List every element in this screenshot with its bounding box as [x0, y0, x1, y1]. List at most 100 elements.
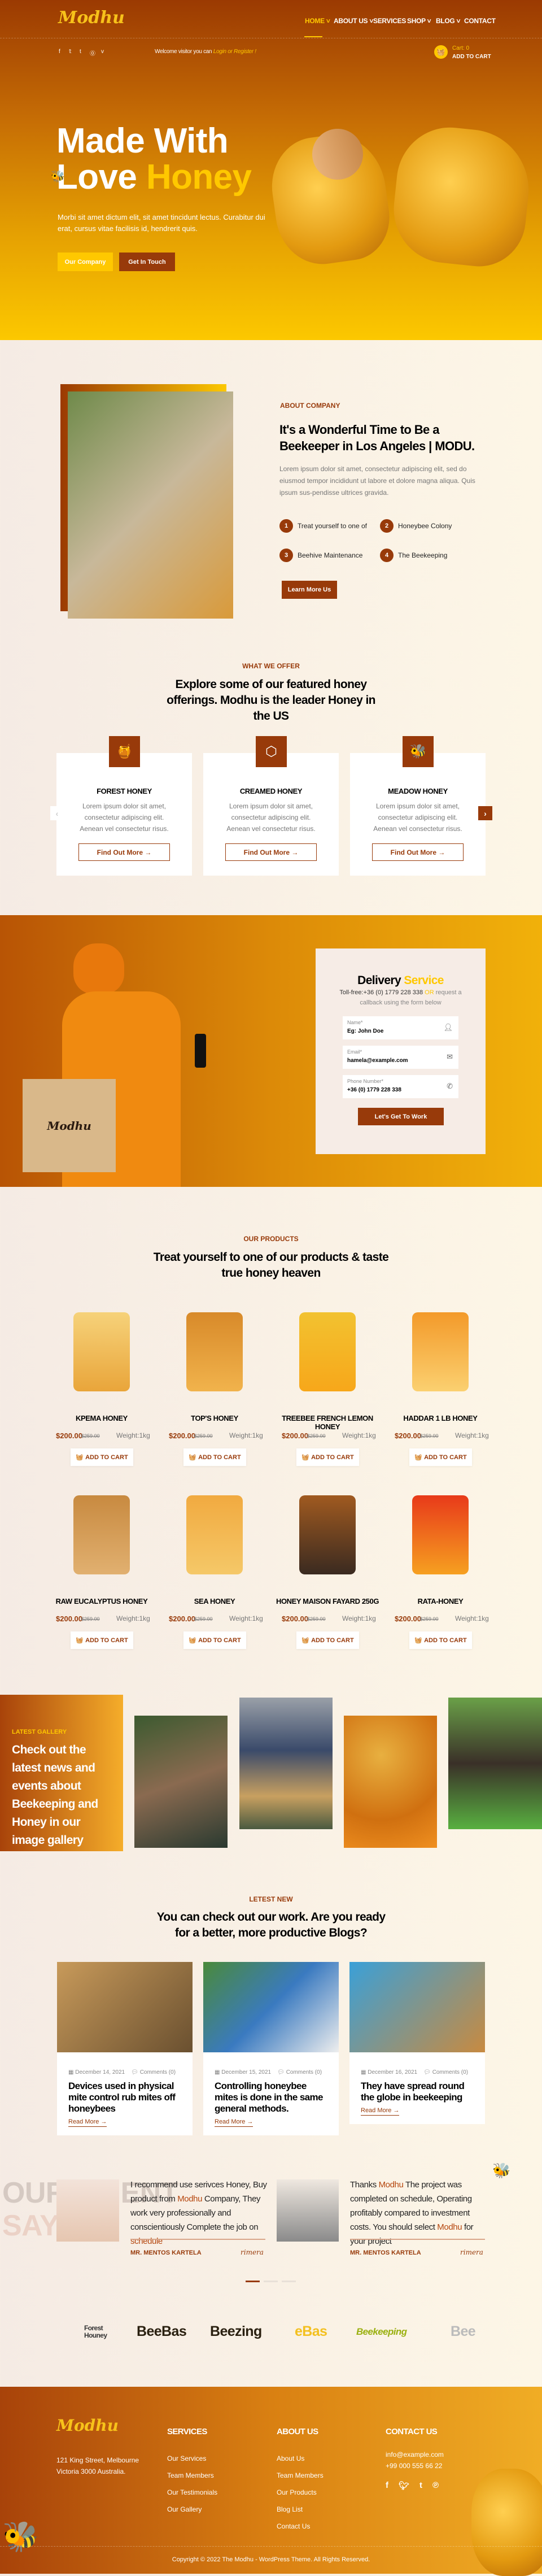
partner-logo[interactable]: eBas — [295, 2323, 327, 2340]
blog-image[interactable] — [57, 1962, 193, 2052]
product-price: $200.00 — [169, 1615, 195, 1623]
partner-logo[interactable]: Bee — [451, 2323, 476, 2340]
product-image[interactable] — [73, 1495, 130, 1574]
honeycomb-bee-icon: ⬡ — [256, 736, 287, 767]
pinterest-icon[interactable]: ⓪ — [90, 49, 95, 57]
nav-about[interactable]: ABOUT US ˅ — [334, 17, 373, 25]
site-logo[interactable]: Modhu — [58, 8, 125, 28]
footer-link[interactable]: Blog List — [277, 2501, 324, 2518]
nav-blog[interactable]: BLOG ˅ — [436, 17, 461, 25]
add-to-cart-button[interactable]: 🧺 ADD TO CART — [409, 1631, 472, 1649]
product-image[interactable] — [186, 1495, 243, 1574]
slider-dot[interactable] — [264, 2281, 278, 2282]
product-name[interactable]: SEA HONEY — [158, 1597, 271, 1605]
add-to-cart-button[interactable]: 🧺 ADD TO CART — [183, 1631, 246, 1649]
blog-card: ▦ December 15, 2021 💬︎ Comments (0) Cont… — [203, 1962, 339, 2135]
name-field[interactable]: Name* Eg: John Doe 👤︎ — [343, 1016, 458, 1039]
number-badge: 2 — [380, 519, 394, 533]
add-to-cart-button[interactable]: 🧺 ADD TO CART — [183, 1448, 246, 1466]
read-more-link[interactable]: Read More → — [215, 2118, 253, 2127]
partner-logo[interactable]: Beezing — [210, 2323, 262, 2340]
comments-link[interactable]: Comments (0) — [140, 2069, 176, 2075]
gallery-image[interactable] — [448, 1698, 542, 1829]
product-image[interactable] — [73, 1312, 130, 1391]
footer-link[interactable]: About Us — [277, 2450, 324, 2467]
product-name[interactable]: TOP'S HONEY — [158, 1414, 271, 1422]
product-image[interactable] — [412, 1312, 469, 1391]
footer-email[interactable]: info@example.com — [386, 2449, 444, 2460]
nav-services[interactable]: SERVICES — [373, 17, 406, 25]
nav-home[interactable]: HOME ˅ — [305, 17, 330, 25]
add-to-cart-button[interactable]: 🧺 ADD TO CART — [296, 1631, 359, 1649]
product-name[interactable]: KPEMA HONEY — [45, 1414, 158, 1422]
footer-link[interactable]: Team Members — [277, 2467, 324, 2484]
comments-link[interactable]: Comments (0) — [286, 2069, 322, 2075]
blog-title[interactable]: They have spread round the globe in beek… — [361, 2081, 477, 2103]
vimeo-icon[interactable]: v — [101, 49, 104, 55]
partner-logo[interactable]: BeeBas — [137, 2323, 187, 2340]
phone-field[interactable]: Phone Number* +36 (0) 1779 228 338 ✆ — [343, 1075, 458, 1098]
envelope-icon: ✉ — [447, 1052, 453, 1061]
facebook-icon[interactable]: f — [59, 49, 60, 55]
product-image[interactable] — [299, 1495, 356, 1574]
product-name[interactable]: RAW EUCALYPTUS HONEY — [45, 1597, 158, 1605]
twitter-icon[interactable]: 𝕥 — [69, 49, 72, 55]
product-name[interactable]: RATA-HONEY — [384, 1597, 497, 1605]
footer-link[interactable]: Our Services — [167, 2450, 217, 2467]
footer-link[interactable]: Our Products — [277, 2484, 324, 2501]
login-register-link[interactable]: Login or Register ! — [213, 49, 256, 55]
product-image[interactable] — [186, 1312, 243, 1391]
email-field[interactable]: Email* hamela@example.com ✉ — [343, 1046, 458, 1069]
find-out-more-button[interactable]: Find Out More → — [372, 843, 464, 861]
comments-link[interactable]: Comments (0) — [432, 2069, 468, 2075]
product-name[interactable]: HONEY MAISON FAYARD 250G — [271, 1597, 384, 1605]
learn-more-button[interactable]: Learn More Us — [282, 581, 337, 599]
twitter-icon[interactable]: 🐦︎ — [399, 2481, 409, 2491]
get-to-work-button[interactable]: Let's Get To Work — [358, 1108, 444, 1125]
tumblr-icon[interactable]: t — [419, 2481, 422, 2491]
partner-logo[interactable]: Beekeeping — [356, 2326, 407, 2338]
slider-dot[interactable] — [282, 2281, 296, 2282]
tumblr-icon[interactable]: t — [80, 49, 81, 55]
add-to-cart-link[interactable]: ADD TO CART — [452, 54, 491, 60]
gallery-image[interactable] — [344, 1716, 437, 1848]
product-name[interactable]: TREEBEE FRENCH LEMON HONEY — [271, 1414, 384, 1431]
blog-image[interactable] — [203, 1962, 339, 2052]
find-out-more-button[interactable]: Find Out More → — [78, 843, 170, 861]
product-name[interactable]: HADDAR 1 LB HONEY — [384, 1414, 497, 1422]
nav-contact[interactable]: CONTACT — [464, 17, 496, 25]
card-title: MEADOW HONEY — [388, 787, 448, 795]
number-badge: 4 — [380, 549, 394, 562]
footer-link[interactable]: Our Gallery — [167, 2501, 217, 2518]
read-more-link[interactable]: Read More → — [68, 2118, 107, 2127]
pinterest-icon[interactable]: ℗ — [432, 2481, 439, 2491]
our-company-button[interactable]: Our Company — [58, 253, 113, 271]
carousel-prev-button[interactable]: ‹ — [50, 806, 64, 820]
add-to-cart-button[interactable]: 🧺 ADD TO CART — [296, 1448, 359, 1466]
product-image[interactable] — [299, 1312, 356, 1391]
footer-link[interactable]: Team Members — [167, 2467, 217, 2484]
blog-title[interactable]: Devices used in physical mite control ru… — [68, 2081, 184, 2114]
footer-link[interactable]: Contact Us — [277, 2518, 324, 2535]
facebook-icon[interactable]: f — [386, 2481, 388, 2491]
add-to-cart-button[interactable]: 🧺 ADD TO CART — [71, 1631, 133, 1649]
footer-logo[interactable]: Modhu — [56, 2416, 119, 2435]
offer-card: FOREST HONEY Lorem ipsum dolor sit amet,… — [56, 753, 192, 876]
add-to-cart-button[interactable]: 🧺 ADD TO CART — [409, 1448, 472, 1466]
blog-title[interactable]: Controlling honeybee mites is done in th… — [215, 2081, 330, 2114]
partner-logo[interactable]: Forest Houney — [64, 2325, 112, 2339]
gallery-image[interactable] — [239, 1698, 333, 1829]
gallery-image[interactable] — [134, 1716, 228, 1848]
product-image[interactable] — [412, 1495, 469, 1574]
blog-image[interactable] — [349, 1962, 485, 2052]
footer-link[interactable]: Our Testimonials — [167, 2484, 217, 2501]
slider-dot-active[interactable] — [246, 2281, 260, 2282]
find-out-more-button[interactable]: Find Out More → — [225, 843, 317, 861]
basket-icon[interactable]: 🧺 — [434, 45, 448, 59]
carousel-next-button[interactable]: › — [478, 806, 492, 820]
get-in-touch-button[interactable]: Get In Touch — [119, 253, 175, 271]
read-more-link[interactable]: Read More → — [361, 2107, 400, 2116]
footer-phone[interactable]: +99 000 555 66 22 — [386, 2460, 444, 2471]
nav-shop[interactable]: SHOP ˅ — [407, 17, 431, 25]
add-to-cart-button[interactable]: 🧺 ADD TO CART — [71, 1448, 133, 1466]
